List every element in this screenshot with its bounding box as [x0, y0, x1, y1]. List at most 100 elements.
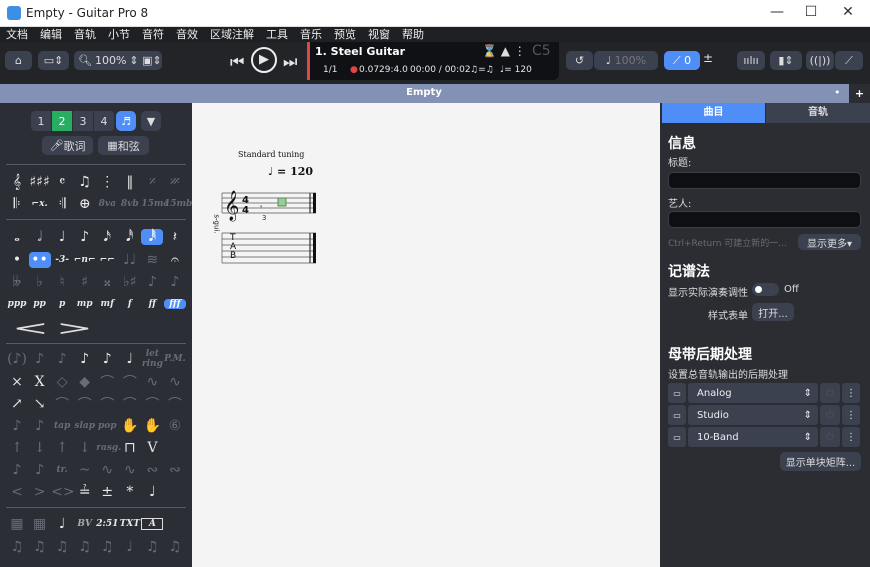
- voice-4-button[interactable]: 4: [94, 111, 114, 131]
- tremolo-button[interactable]: ≋: [141, 252, 163, 268]
- rasgueado-button[interactable]: rasg.: [96, 443, 121, 453]
- title-input[interactable]: [668, 172, 861, 189]
- speed-control[interactable]: ♩ 100%: [594, 51, 658, 70]
- open-stylesheet-button[interactable]: 打开...: [752, 303, 794, 321]
- menu-help[interactable]: 帮助: [396, 27, 430, 42]
- previous-button[interactable]: ⏮: [230, 52, 244, 72]
- key-signature-button[interactable]: ♯♯♯: [29, 174, 51, 190]
- grace-note-2-button[interactable]: ♪: [29, 462, 51, 478]
- waveform-button[interactable]: ıılıı: [737, 51, 765, 70]
- track-display[interactable]: 1. Steel Guitar ⌛ ▲ ⋮ C5 1/1 ● 0.0729:4.…: [307, 42, 559, 80]
- menu-section[interactable]: 区域注解: [204, 27, 260, 42]
- slap-button[interactable]: slap: [74, 421, 96, 431]
- instrument-button[interactable]: ▮⇕: [770, 51, 802, 70]
- menu-note[interactable]: 音符: [136, 27, 170, 42]
- pedal-release-button[interactable]: ♩: [141, 484, 163, 500]
- multivoice-button[interactable]: ♬: [116, 111, 136, 131]
- 64th-note-button[interactable]: 𝅘𝅥𝅱: [141, 229, 164, 245]
- ff-button[interactable]: ff: [141, 299, 163, 309]
- close-button[interactable]: ✕: [833, 4, 863, 20]
- automation-7-button[interactable]: ♫: [141, 539, 163, 555]
- pickstroke-button[interactable]: ≟: [74, 484, 96, 500]
- natural-button[interactable]: ♮: [51, 274, 73, 290]
- slide-button[interactable]: ⌒: [51, 394, 73, 414]
- slur-button[interactable]: ⌒: [141, 394, 163, 414]
- automation-5-button[interactable]: ♫: [96, 539, 118, 555]
- tap-button[interactable]: tap: [51, 421, 73, 431]
- wide-vibrato-button[interactable]: ∿: [164, 374, 186, 390]
- power-icon[interactable]: ⏻: [820, 383, 840, 403]
- minimize-button[interactable]: —: [762, 4, 792, 20]
- arpeggio-down-button[interactable]: ↓: [74, 440, 96, 456]
- tremolo-picking-button[interactable]: ~: [74, 462, 96, 478]
- artificial-harmonic-button[interactable]: ◆: [74, 374, 96, 390]
- home-button[interactable]: ⌂: [5, 51, 32, 70]
- 15ma-button[interactable]: 15ma: [141, 199, 169, 209]
- effect-select[interactable]: Analog ⇕: [688, 383, 818, 403]
- chord-diagram-button[interactable]: ▦: [6, 516, 28, 532]
- brush-up-button[interactable]: ↑: [6, 440, 28, 456]
- tuplet-button[interactable]: ⌐n⌐: [74, 255, 96, 265]
- downstroke-button[interactable]: ⊓: [119, 440, 141, 456]
- double-bar-button[interactable]: ‖: [119, 174, 141, 190]
- show-matrix-button[interactable]: 显示单块矩阵...: [780, 452, 861, 471]
- volume-swell-button[interactable]: <>: [51, 484, 74, 500]
- audio-button[interactable]: ((|)): [806, 51, 834, 70]
- triplet-button[interactable]: -3-: [51, 255, 73, 265]
- tie-button[interactable]: ♩♩: [119, 252, 141, 268]
- simile-button[interactable]: 𝄎: [141, 174, 163, 190]
- plus-minus-stepper[interactable]: ±: [703, 51, 713, 65]
- sharp-button[interactable]: ♯: [74, 274, 96, 290]
- beam-button[interactable]: ⌐⌐: [96, 255, 118, 265]
- legato-slide-button[interactable]: ⌒: [74, 394, 96, 414]
- tuner-button[interactable]: ⟋ 0: [664, 51, 700, 70]
- right-hand-icon[interactable]: ✋: [141, 418, 163, 434]
- crescendo-button[interactable]: <: [12, 316, 49, 340]
- tremolo-bar-button[interactable]: ∿: [96, 462, 118, 478]
- rest-button[interactable]: 𝄽: [164, 229, 186, 245]
- barre-button[interactable]: BV: [74, 519, 96, 529]
- mp-button[interactable]: mp: [74, 299, 96, 309]
- inverted-turn-button[interactable]: ∾: [164, 462, 186, 478]
- palm-mute-button[interactable]: P.M.: [164, 354, 186, 364]
- tab-song[interactable]: 曲目: [662, 103, 765, 123]
- double-simile-button[interactable]: 𝄏: [164, 174, 186, 190]
- repeat-close-button[interactable]: 𝄇: [51, 196, 73, 212]
- chord-table-button[interactable]: ▦: [29, 516, 51, 532]
- menu-bar-measure[interactable]: 小节: [102, 27, 136, 42]
- harmonic-button[interactable]: ◇: [51, 374, 73, 390]
- trill-button[interactable]: tr.: [51, 465, 73, 475]
- voice-1-button[interactable]: 1: [31, 111, 51, 131]
- score-view[interactable]: Standard tuning ♩ = 120 s-gui. 𝄞 44 𝄾 3 T…: [192, 103, 660, 567]
- whammy-button[interactable]: ⌒: [119, 372, 141, 392]
- fade-in-button[interactable]: <: [6, 484, 28, 500]
- right-hand-tap-button[interactable]: ♪: [29, 418, 51, 434]
- automation-4-button[interactable]: ♫: [74, 539, 96, 555]
- lyrics-button[interactable]: 🎤︎ 歌词: [42, 136, 93, 155]
- effect-select[interactable]: Studio ⇕: [688, 405, 818, 425]
- double-dotted-button[interactable]: ••: [28, 252, 51, 268]
- section-button[interactable]: A: [141, 518, 164, 530]
- new-tab-button[interactable]: +: [849, 84, 870, 103]
- dead-note-button[interactable]: ×: [6, 374, 28, 390]
- whole-note-button[interactable]: 𝅝: [6, 229, 28, 245]
- show-more-button[interactable]: 显示更多▾: [798, 234, 861, 250]
- coda-button[interactable]: ⊕: [74, 196, 96, 212]
- 32nd-note-button[interactable]: 𝅘𝅥𝅰: [119, 229, 141, 245]
- automation-6-button[interactable]: ♩: [119, 539, 141, 555]
- fff-button[interactable]: fff: [163, 299, 186, 309]
- slide-out-button[interactable]: ↘: [29, 396, 51, 412]
- pop-button[interactable]: pop: [96, 421, 118, 431]
- grace-on-beat-button[interactable]: ♪: [164, 274, 186, 290]
- flat-button[interactable]: ♭: [29, 274, 51, 290]
- automation-2-button[interactable]: ♫: [29, 539, 51, 555]
- menu-window[interactable]: 视窗: [362, 27, 396, 42]
- menu-file[interactable]: 文档: [0, 27, 34, 42]
- menu-edit[interactable]: 编辑: [34, 27, 68, 42]
- mf-button[interactable]: mf: [96, 299, 118, 309]
- pedal-button[interactable]: *: [119, 484, 141, 500]
- play-button[interactable]: ▶: [251, 47, 277, 73]
- double-sharp-button[interactable]: 𝄪: [96, 274, 118, 290]
- power-icon[interactable]: ⏻: [820, 405, 840, 425]
- menu-sound[interactable]: 音乐: [294, 27, 328, 42]
